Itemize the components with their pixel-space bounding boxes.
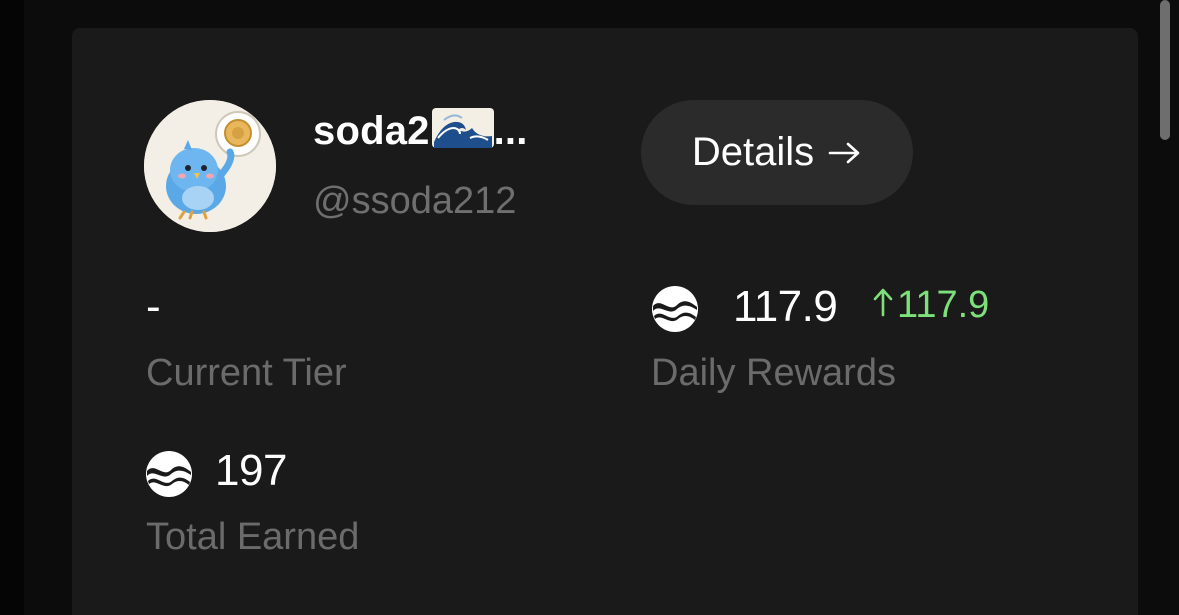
name-truncation: ... xyxy=(493,109,528,153)
current-tier-value: - xyxy=(146,282,161,331)
display-name: soda2 ... xyxy=(313,108,528,158)
details-button-label: Details xyxy=(691,130,815,174)
daily-rewards-value: 117.9 xyxy=(733,282,838,331)
wave-emoji-icon xyxy=(431,108,494,158)
daily-rewards-delta-value: 117.9 xyxy=(897,284,990,326)
total-earned-label: Total Earned xyxy=(146,516,360,558)
arrow-up-icon xyxy=(873,284,893,327)
details-button[interactable]: Details xyxy=(641,100,913,205)
display-name-text: soda2 xyxy=(313,109,430,153)
token-icon xyxy=(145,450,193,503)
current-tier-label: Current Tier xyxy=(146,352,347,394)
left-edge xyxy=(0,0,24,615)
total-earned-value: 197 xyxy=(215,446,287,495)
bird-avatar-icon xyxy=(144,100,276,232)
avatar[interactable] xyxy=(144,100,276,232)
arrow-right-icon xyxy=(828,130,862,175)
token-icon xyxy=(651,285,699,338)
daily-rewards-delta: 117.9 xyxy=(873,284,989,327)
page: soda2 ... @ssoda212 Details - Current Ti… xyxy=(0,0,1179,615)
daily-rewards-label: Daily Rewards xyxy=(651,352,896,394)
user-handle: @ssoda212 xyxy=(313,180,517,222)
scrollbar[interactable] xyxy=(1160,0,1170,140)
